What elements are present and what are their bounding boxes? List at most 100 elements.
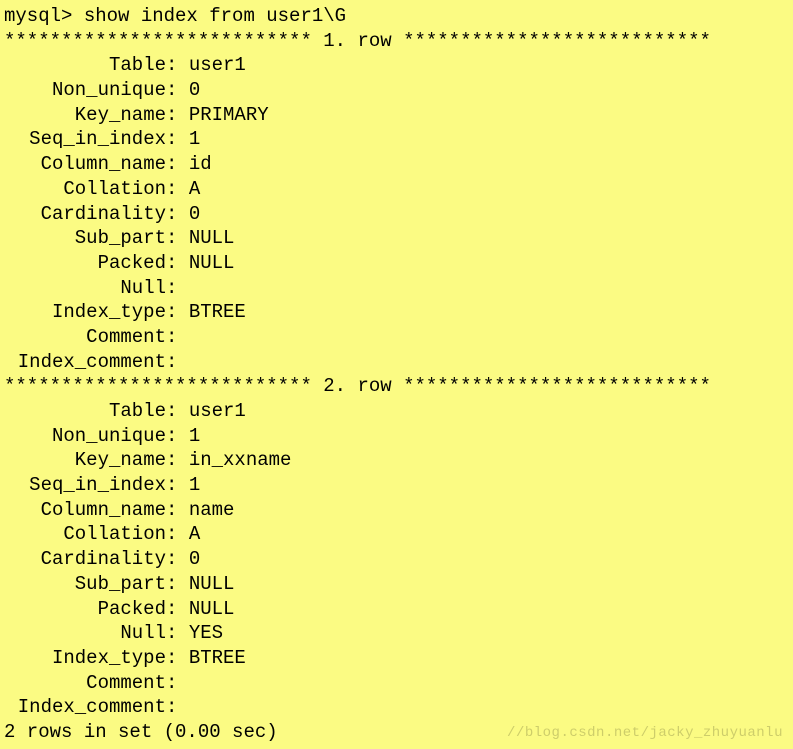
field-line: Comment: (4, 325, 789, 350)
field-separator: : (166, 646, 189, 671)
field-label: Sub_part (4, 572, 166, 597)
field-label: Cardinality (4, 202, 166, 227)
field-value: 0 (189, 202, 200, 227)
field-line: Non_unique: 0 (4, 78, 789, 103)
field-label: Index_type (4, 646, 166, 671)
field-separator: : (166, 473, 189, 498)
field-separator: : (166, 498, 189, 523)
field-line: Table: user1 (4, 53, 789, 78)
field-value: YES (189, 621, 223, 646)
field-line: Index_comment: (4, 695, 789, 720)
field-separator: : (166, 103, 189, 128)
field-line: Cardinality: 0 (4, 547, 789, 572)
field-label: Index_comment (4, 695, 166, 720)
field-label: Key_name (4, 103, 166, 128)
field-value: PRIMARY (189, 103, 269, 128)
field-line: Index_type: BTREE (4, 646, 789, 671)
field-value: 1 (189, 127, 200, 152)
field-label: Comment (4, 671, 166, 696)
field-separator: : (166, 226, 189, 251)
field-separator: : (166, 597, 189, 622)
field-separator: : (166, 78, 189, 103)
field-line: Comment: (4, 671, 789, 696)
field-label: Table (4, 399, 166, 424)
field-line: Packed: NULL (4, 597, 789, 622)
field-value: NULL (189, 572, 235, 597)
field-line: Table: user1 (4, 399, 789, 424)
field-separator: : (166, 424, 189, 449)
field-separator: : (166, 448, 189, 473)
field-value: user1 (189, 399, 246, 424)
field-separator: : (166, 325, 189, 350)
field-line: Non_unique: 1 (4, 424, 789, 449)
field-separator: : (166, 547, 189, 572)
field-label: Key_name (4, 448, 166, 473)
field-value: NULL (189, 251, 235, 276)
field-label: Packed (4, 597, 166, 622)
field-label: Sub_part (4, 226, 166, 251)
field-line: Column_name: name (4, 498, 789, 523)
field-separator: : (166, 572, 189, 597)
field-label: Non_unique (4, 424, 166, 449)
field-separator: : (166, 399, 189, 424)
field-value: name (189, 498, 235, 523)
field-label: Comment (4, 325, 166, 350)
field-value: A (189, 177, 200, 202)
field-line: Seq_in_index: 1 (4, 473, 789, 498)
field-value: in_xxname (189, 448, 292, 473)
field-separator: : (166, 251, 189, 276)
field-label: Column_name (4, 152, 166, 177)
field-label: Null (4, 621, 166, 646)
result-footer: 2 rows in set (0.00 sec) (4, 720, 789, 745)
row-separator: *************************** 1. row *****… (4, 29, 789, 54)
field-line: Packed: NULL (4, 251, 789, 276)
field-label: Index_comment (4, 350, 166, 375)
field-value: 0 (189, 78, 200, 103)
field-value: 1 (189, 424, 200, 449)
field-separator: : (166, 621, 189, 646)
field-line: Index_type: BTREE (4, 300, 789, 325)
field-separator: : (166, 177, 189, 202)
field-line: Cardinality: 0 (4, 202, 789, 227)
field-separator: : (166, 202, 189, 227)
field-value: id (189, 152, 212, 177)
field-value: BTREE (189, 300, 246, 325)
field-value: 0 (189, 547, 200, 572)
field-label: Collation (4, 177, 166, 202)
mysql-prompt-line: mysql> show index from user1\G (4, 4, 789, 29)
field-separator: : (166, 695, 189, 720)
field-value: 1 (189, 473, 200, 498)
field-label: Table (4, 53, 166, 78)
mysql-terminal-output: mysql> show index from user1\G *********… (4, 4, 789, 745)
field-line: Key_name: in_xxname (4, 448, 789, 473)
field-label: Packed (4, 251, 166, 276)
field-line: Sub_part: NULL (4, 572, 789, 597)
field-value: A (189, 522, 200, 547)
field-label: Index_type (4, 300, 166, 325)
field-line: Collation: A (4, 177, 789, 202)
field-line: Null: (4, 276, 789, 301)
field-value: user1 (189, 53, 246, 78)
field-separator: : (166, 300, 189, 325)
field-separator: : (166, 671, 189, 696)
field-line: Sub_part: NULL (4, 226, 789, 251)
field-separator: : (166, 350, 189, 375)
field-label: Cardinality (4, 547, 166, 572)
field-line: Seq_in_index: 1 (4, 127, 789, 152)
row-separator: *************************** 2. row *****… (4, 374, 789, 399)
field-separator: : (166, 53, 189, 78)
field-value: BTREE (189, 646, 246, 671)
field-label: Seq_in_index (4, 473, 166, 498)
field-line: Column_name: id (4, 152, 789, 177)
field-label: Non_unique (4, 78, 166, 103)
field-separator: : (166, 127, 189, 152)
field-separator: : (166, 522, 189, 547)
field-line: Collation: A (4, 522, 789, 547)
result-rows: *************************** 1. row *****… (4, 29, 789, 720)
field-label: Null (4, 276, 166, 301)
field-separator: : (166, 152, 189, 177)
field-line: Null: YES (4, 621, 789, 646)
field-label: Column_name (4, 498, 166, 523)
field-line: Index_comment: (4, 350, 789, 375)
field-separator: : (166, 276, 189, 301)
